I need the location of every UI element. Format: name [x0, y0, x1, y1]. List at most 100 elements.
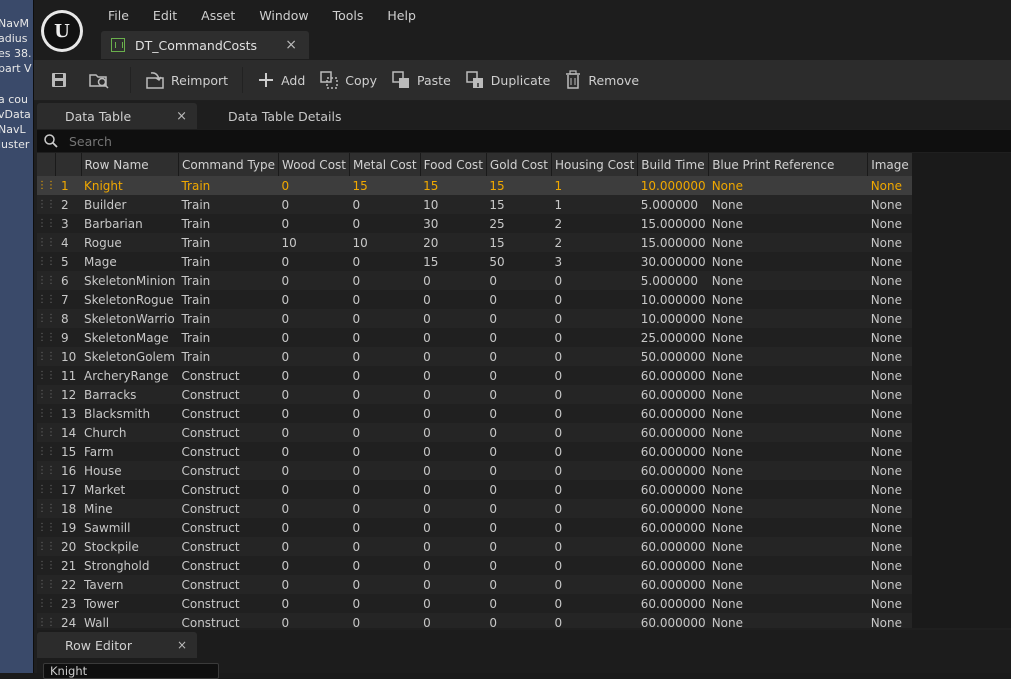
cell-metal-cost[interactable]: 0 [349, 442, 421, 461]
cell-row-index[interactable]: 19 [55, 518, 81, 537]
cell-row-index[interactable]: 10 [55, 347, 81, 366]
cell-build-time[interactable]: 60.000000 [637, 518, 709, 537]
drag-handle-icon[interactable]: ⋮⋮ [37, 366, 55, 385]
cell-food-cost[interactable]: 0 [420, 347, 487, 366]
cell-blueprint-reference[interactable]: None [708, 499, 868, 518]
table-row[interactable]: ⋮⋮ 9 SkeletonMage Train 0 0 0 0 0 25.000000 None No… [37, 328, 913, 347]
table-row[interactable]: ⋮⋮ 7 SkeletonRogue Train 0 0 0 0 0 10.000000 None N… [37, 290, 913, 309]
cell-metal-cost[interactable]: 0 [349, 271, 421, 290]
cell-command-type[interactable]: Construct [178, 404, 279, 423]
header-command-type[interactable]: Command Type [178, 153, 280, 176]
cell-blueprint-reference[interactable]: None [708, 214, 868, 233]
cell-row-index[interactable]: 8 [55, 309, 81, 328]
cell-food-cost[interactable]: 0 [420, 328, 487, 347]
table-row[interactable]: ⋮⋮ 14 Church Construct 0 0 0 0 0 60.000000 None Non… [37, 423, 913, 442]
cell-command-type[interactable]: Train [178, 290, 279, 309]
cell-wood-cost[interactable]: 0 [278, 613, 350, 628]
cell-row-name[interactable]: Tavern [81, 575, 179, 594]
cell-metal-cost[interactable]: 0 [349, 385, 421, 404]
cell-wood-cost[interactable]: 0 [278, 271, 350, 290]
cell-food-cost[interactable]: 0 [420, 556, 487, 575]
cell-metal-cost[interactable]: 0 [349, 195, 421, 214]
remove-button[interactable]: Remove [564, 70, 639, 90]
cell-image[interactable]: None [867, 537, 913, 556]
cell-command-type[interactable]: Construct [178, 518, 279, 537]
cell-row-index[interactable]: 24 [55, 613, 81, 628]
cell-food-cost[interactable]: 30 [420, 214, 487, 233]
cell-row-name[interactable]: Stockpile [81, 537, 179, 556]
cell-row-name[interactable]: Market [81, 480, 179, 499]
cell-gold-cost[interactable]: 0 [486, 556, 552, 575]
cell-food-cost[interactable]: 0 [420, 461, 487, 480]
cell-command-type[interactable]: Construct [178, 594, 279, 613]
cell-image[interactable]: None [867, 309, 913, 328]
cell-blueprint-reference[interactable]: None [708, 233, 868, 252]
cell-gold-cost[interactable]: 0 [486, 366, 552, 385]
cell-wood-cost[interactable]: 0 [278, 537, 350, 556]
row-select-dropdown[interactable]: Knight [43, 663, 219, 679]
cell-housing-cost[interactable]: 0 [551, 290, 638, 309]
table-row[interactable]: ⋮⋮ 17 Market Construct 0 0 0 0 0 60.000000 None Non… [37, 480, 913, 499]
cell-row-name[interactable]: Rogue [81, 233, 179, 252]
cell-row-index[interactable]: 21 [55, 556, 81, 575]
cell-housing-cost[interactable]: 3 [551, 252, 638, 271]
tab-data-table[interactable]: Data Table × [37, 103, 197, 129]
cell-command-type[interactable]: Train [178, 328, 279, 347]
cell-food-cost[interactable]: 10 [420, 195, 487, 214]
cell-image[interactable]: None [867, 404, 913, 423]
cell-metal-cost[interactable]: 0 [349, 594, 421, 613]
cell-gold-cost[interactable]: 0 [486, 404, 552, 423]
drag-handle-icon[interactable]: ⋮⋮ [37, 518, 55, 537]
cell-housing-cost[interactable]: 0 [551, 518, 638, 537]
cell-blueprint-reference[interactable]: None [708, 366, 868, 385]
cell-housing-cost[interactable]: 0 [551, 366, 638, 385]
cell-gold-cost[interactable]: 0 [486, 385, 552, 404]
cell-gold-cost[interactable]: 0 [486, 347, 552, 366]
cell-command-type[interactable]: Construct [178, 423, 279, 442]
cell-blueprint-reference[interactable]: None [708, 537, 868, 556]
cell-blueprint-reference[interactable]: None [708, 461, 868, 480]
tab-row-editor[interactable]: Row Editor × [37, 632, 197, 658]
cell-command-type[interactable]: Construct [178, 461, 279, 480]
header-blueprint-reference[interactable]: Blue Print Reference [708, 153, 869, 176]
cell-image[interactable]: None [867, 499, 913, 518]
drag-handle-icon[interactable]: ⋮⋮ [37, 442, 55, 461]
cell-blueprint-reference[interactable]: None [708, 271, 868, 290]
drag-handle-icon[interactable]: ⋮⋮ [37, 271, 55, 290]
table-row[interactable]: ⋮⋮ 3 Barbarian Train 0 0 30 25 2 15.000000 None Non… [37, 214, 913, 233]
drag-handle-icon[interactable]: ⋮⋮ [37, 233, 55, 252]
cell-command-type[interactable]: Train [178, 252, 279, 271]
asset-tab[interactable]: DT_CommandCosts × [101, 31, 309, 59]
cell-gold-cost[interactable]: 0 [486, 575, 552, 594]
cell-food-cost[interactable]: 15 [420, 176, 487, 195]
cell-food-cost[interactable]: 0 [420, 271, 487, 290]
cell-metal-cost[interactable]: 0 [349, 461, 421, 480]
cell-image[interactable]: None [867, 366, 913, 385]
table-row[interactable]: ⋮⋮ 10 SkeletonGolem Train 0 0 0 0 0 50.000000 None… [37, 347, 913, 366]
cell-row-index[interactable]: 22 [55, 575, 81, 594]
cell-image[interactable]: None [867, 290, 913, 309]
cell-blueprint-reference[interactable]: None [708, 252, 868, 271]
cell-gold-cost[interactable]: 0 [486, 613, 552, 628]
cell-wood-cost[interactable]: 0 [278, 366, 350, 385]
cell-housing-cost[interactable]: 0 [551, 556, 638, 575]
cell-housing-cost[interactable]: 0 [551, 423, 638, 442]
cell-row-index[interactable]: 2 [55, 195, 81, 214]
drag-handle-icon[interactable]: ⋮⋮ [37, 480, 55, 499]
cell-gold-cost[interactable]: 0 [486, 594, 552, 613]
cell-row-name[interactable]: ArcheryRange [81, 366, 179, 385]
cell-command-type[interactable]: Construct [178, 613, 279, 628]
header-gold-cost[interactable]: Gold Cost [486, 153, 553, 176]
cell-food-cost[interactable]: 0 [420, 309, 487, 328]
cell-blueprint-reference[interactable]: None [708, 613, 868, 628]
save-button[interactable] [50, 71, 74, 89]
cell-row-name[interactable]: Church [81, 423, 179, 442]
cell-gold-cost[interactable]: 0 [486, 461, 552, 480]
cell-blueprint-reference[interactable]: None [708, 442, 868, 461]
cell-blueprint-reference[interactable]: None [708, 195, 868, 214]
cell-row-name[interactable]: Wall [81, 613, 179, 628]
cell-command-type[interactable]: Construct [178, 385, 279, 404]
cell-food-cost[interactable]: 0 [420, 537, 487, 556]
cell-housing-cost[interactable]: 0 [551, 594, 638, 613]
cell-image[interactable]: None [867, 252, 913, 271]
